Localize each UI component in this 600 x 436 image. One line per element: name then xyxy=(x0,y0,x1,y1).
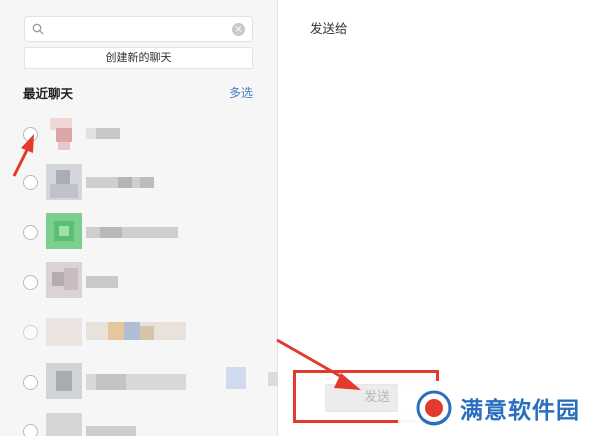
logo-icon xyxy=(416,390,452,426)
share-dialog: × 创建新的聊天 最近聊天 多选 发送给 发送 满意软件园 xyxy=(0,0,600,436)
watermark-text: 满意软件园 xyxy=(460,398,580,424)
watermark: 满意软件园 xyxy=(398,381,600,436)
arrow-annotation xyxy=(12,134,361,390)
